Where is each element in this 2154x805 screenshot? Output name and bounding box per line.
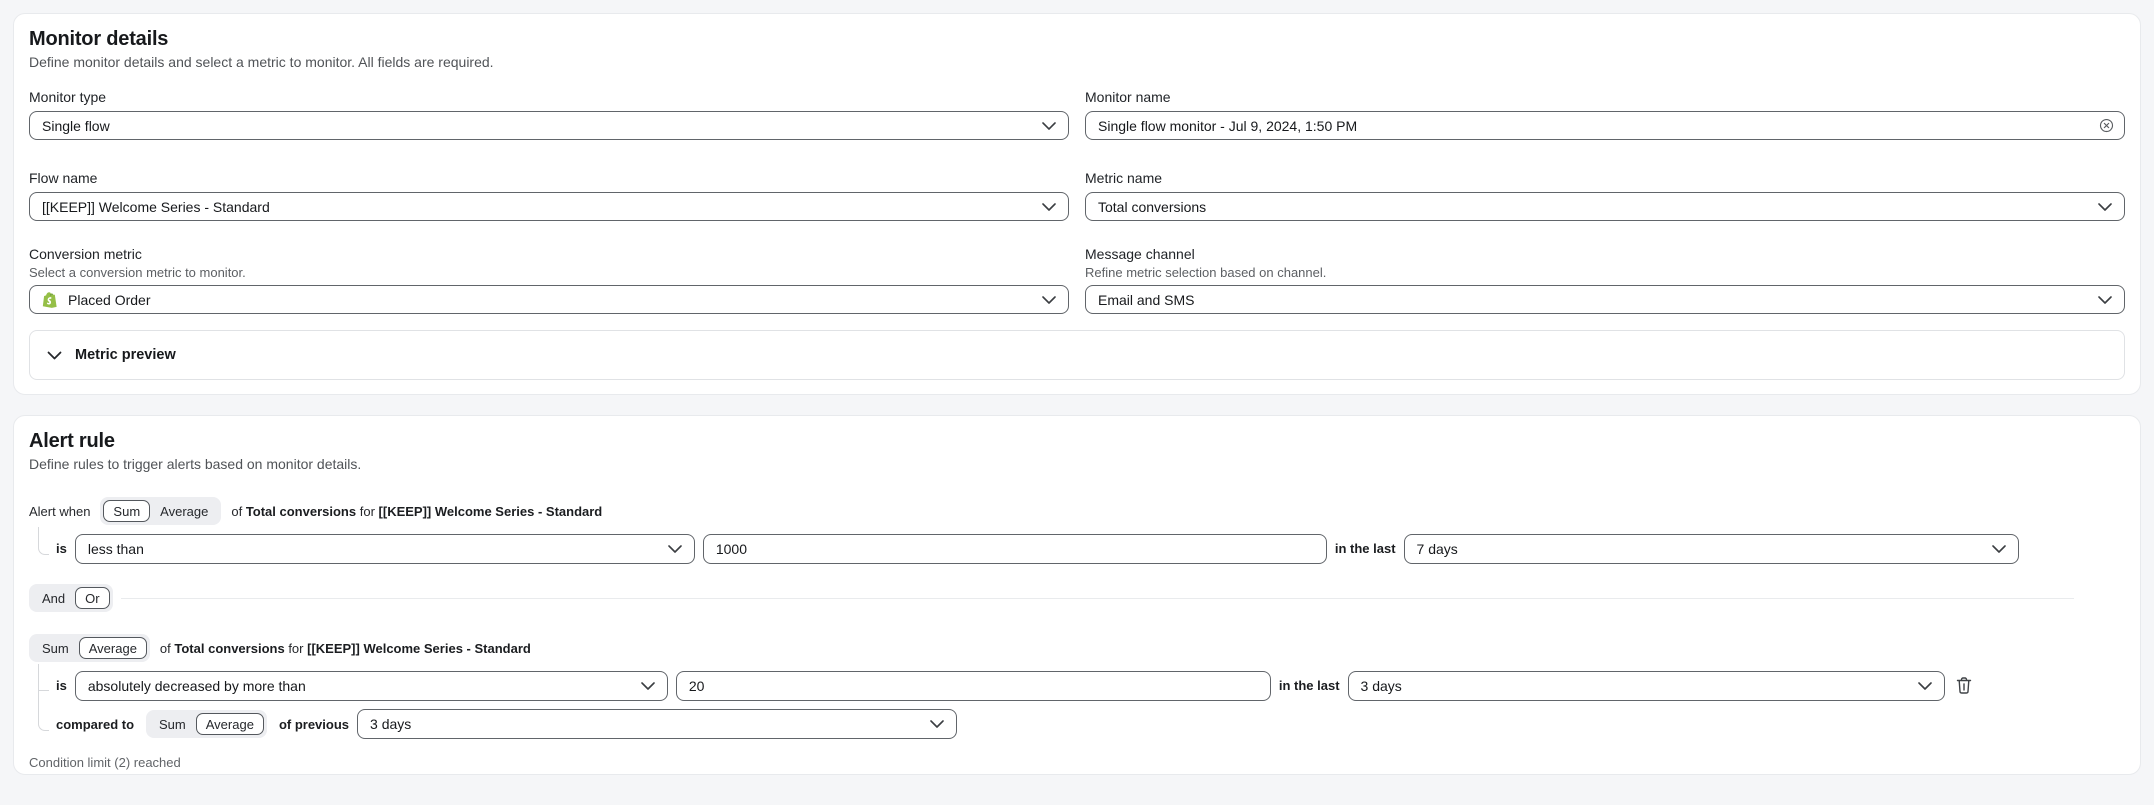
- logic-or-button[interactable]: Or: [75, 587, 109, 609]
- flow-name-value: [[KEEP]] Welcome Series - Standard: [42, 199, 270, 215]
- monitor-name-input[interactable]: [1085, 111, 2125, 140]
- rule2-compared-row: compared to Sum Average of previous 3 da…: [56, 709, 2125, 739]
- flow-name-select[interactable]: [[KEEP]] Welcome Series - Standard: [29, 192, 1069, 221]
- logic-row: And Or: [29, 584, 2125, 612]
- conversion-metric-value: Placed Order: [68, 292, 150, 308]
- rule2-agg-average-button[interactable]: Average: [79, 637, 147, 659]
- message-channel-field: Message channel Refine metric selection …: [1085, 246, 2125, 314]
- chevron-down-icon: [930, 720, 944, 728]
- monitor-type-value: Single flow: [42, 118, 110, 134]
- rule2-window-value: 3 days: [1361, 678, 1402, 694]
- monitor-type-label: Monitor type: [29, 89, 1069, 106]
- in-the-last-label: in the last: [1335, 541, 1396, 556]
- rule1-flow-name: [[KEEP]] Welcome Series - Standard: [379, 504, 603, 519]
- chevron-down-icon: [641, 682, 655, 690]
- chevron-down-icon: [1042, 122, 1056, 130]
- monitor-details-card: Monitor details Define monitor details a…: [13, 13, 2141, 395]
- metric-name-label: Metric name: [1085, 170, 2125, 187]
- metric-name-select[interactable]: Total conversions: [1085, 192, 2125, 221]
- monitor-type-select[interactable]: Single flow: [29, 111, 1069, 140]
- rule2-agg-sum-button[interactable]: Sum: [32, 637, 79, 659]
- rule2-comp-agg-toggle: Sum Average: [146, 710, 267, 738]
- alert-rule-subtitle: Define rules to trigger alerts based on …: [29, 456, 2125, 473]
- chevron-down-icon: [668, 545, 682, 553]
- logic-divider: [121, 598, 2074, 599]
- rule1-window-value: 7 days: [1417, 541, 1458, 557]
- chevron-down-icon: [2098, 296, 2112, 304]
- rule1-agg-average-button[interactable]: Average: [150, 500, 218, 522]
- monitor-name-field: Monitor name: [1085, 89, 2125, 140]
- rule1-window-select[interactable]: 7 days: [1404, 534, 2019, 564]
- rule2-condition-row: is absolutely decreased by more than in …: [56, 670, 2125, 701]
- rule2-operator-value: absolutely decreased by more than: [88, 678, 306, 694]
- is-label: is: [56, 541, 67, 556]
- metric-name-field: Metric name Total conversions: [1085, 170, 2125, 221]
- clear-input-icon[interactable]: [2099, 118, 2114, 133]
- rule2-agg-toggle: Sum Average: [29, 634, 150, 662]
- rule2-flow-name: [[KEEP]] Welcome Series - Standard: [307, 641, 531, 656]
- metric-name-value: Total conversions: [1098, 199, 1206, 215]
- rule2-comp-sum-button[interactable]: Sum: [149, 713, 196, 735]
- message-channel-value: Email and SMS: [1098, 292, 1194, 308]
- rule2-window-select[interactable]: 3 days: [1348, 671, 1945, 701]
- metric-preview-toggle[interactable]: Metric preview: [29, 330, 2125, 380]
- delete-condition-button[interactable]: [1955, 676, 1973, 695]
- logic-and-button[interactable]: And: [32, 587, 75, 609]
- conversion-metric-field: Conversion metric Select a conversion me…: [29, 246, 1069, 314]
- conversion-metric-select[interactable]: Placed Order: [29, 285, 1069, 314]
- rule1-header: Alert when Sum Average of Total conversi…: [29, 497, 2125, 525]
- rule2-of-label: of Total conversions for [[KEEP]] Welcom…: [160, 641, 531, 656]
- is-label: is: [56, 678, 67, 693]
- chevron-down-icon: [1042, 296, 1056, 304]
- chevron-down-icon: [1992, 545, 2006, 553]
- in-the-last-label: in the last: [1279, 678, 1340, 693]
- alert-rule-title: Alert rule: [29, 430, 2125, 452]
- rule1-metric-name: Total conversions: [246, 504, 356, 519]
- tree-connector: [38, 527, 49, 555]
- rule1-operator-select[interactable]: less than: [75, 534, 695, 564]
- rule2-threshold-input[interactable]: [676, 671, 1271, 701]
- shopify-icon: [42, 291, 59, 309]
- message-channel-helper: Refine metric selection based on channel…: [1085, 265, 2125, 280]
- alert-rule-card: Alert rule Define rules to trigger alert…: [13, 415, 2141, 775]
- conversion-metric-label: Conversion metric: [29, 246, 1069, 263]
- section-subtitle: Define monitor details and select a metr…: [29, 54, 2125, 71]
- tree-connector: [39, 664, 49, 691]
- rule1-threshold-input[interactable]: [703, 534, 1327, 564]
- metric-preview-label: Metric preview: [75, 347, 176, 363]
- alert-when-label: Alert when: [29, 504, 90, 519]
- rule2-operator-select[interactable]: absolutely decreased by more than: [75, 671, 668, 701]
- chevron-down-icon: [1918, 682, 1932, 690]
- flow-name-field: Flow name [[KEEP]] Welcome Series - Stan…: [29, 170, 1069, 221]
- compared-to-label: compared to: [56, 717, 134, 732]
- conversion-metric-helper: Select a conversion metric to monitor.: [29, 265, 1069, 280]
- rule1-of-label: of Total conversions for [[KEEP]] Welcom…: [231, 504, 602, 519]
- flow-name-label: Flow name: [29, 170, 1069, 187]
- rule2-conditions: is absolutely decreased by more than in …: [29, 670, 2125, 739]
- rule1-agg-sum-button[interactable]: Sum: [103, 500, 150, 522]
- message-channel-select[interactable]: Email and SMS: [1085, 285, 2125, 314]
- rule2-header: Sum Average of Total conversions for [[K…: [29, 634, 2125, 662]
- monitor-name-label: Monitor name: [1085, 89, 2125, 106]
- trash-icon: [1955, 676, 1973, 695]
- rule2-previous-window-value: 3 days: [370, 716, 411, 732]
- rule2-metric-name: Total conversions: [174, 641, 284, 656]
- rule2-comp-average-button[interactable]: Average: [196, 713, 264, 735]
- monitor-type-field: Monitor type Single flow: [29, 89, 1069, 140]
- logic-toggle: And Or: [29, 584, 113, 612]
- chevron-down-icon: [1042, 203, 1056, 211]
- chevron-down-icon: [2098, 203, 2112, 211]
- of-previous-label: of previous: [279, 717, 349, 732]
- page-title: Monitor details: [29, 28, 2125, 50]
- condition-limit-note: Condition limit (2) reached: [29, 755, 2125, 770]
- message-channel-label: Message channel: [1085, 246, 2125, 263]
- rule2-previous-window-select[interactable]: 3 days: [357, 709, 957, 739]
- rule1-condition-row: is less than in the last 7 days: [56, 533, 2125, 564]
- rule1-operator-value: less than: [88, 541, 144, 557]
- rule1-conditions: is less than in the last 7 days: [29, 533, 2125, 564]
- rule1-agg-toggle: Sum Average: [100, 497, 221, 525]
- chevron-down-icon: [47, 351, 62, 360]
